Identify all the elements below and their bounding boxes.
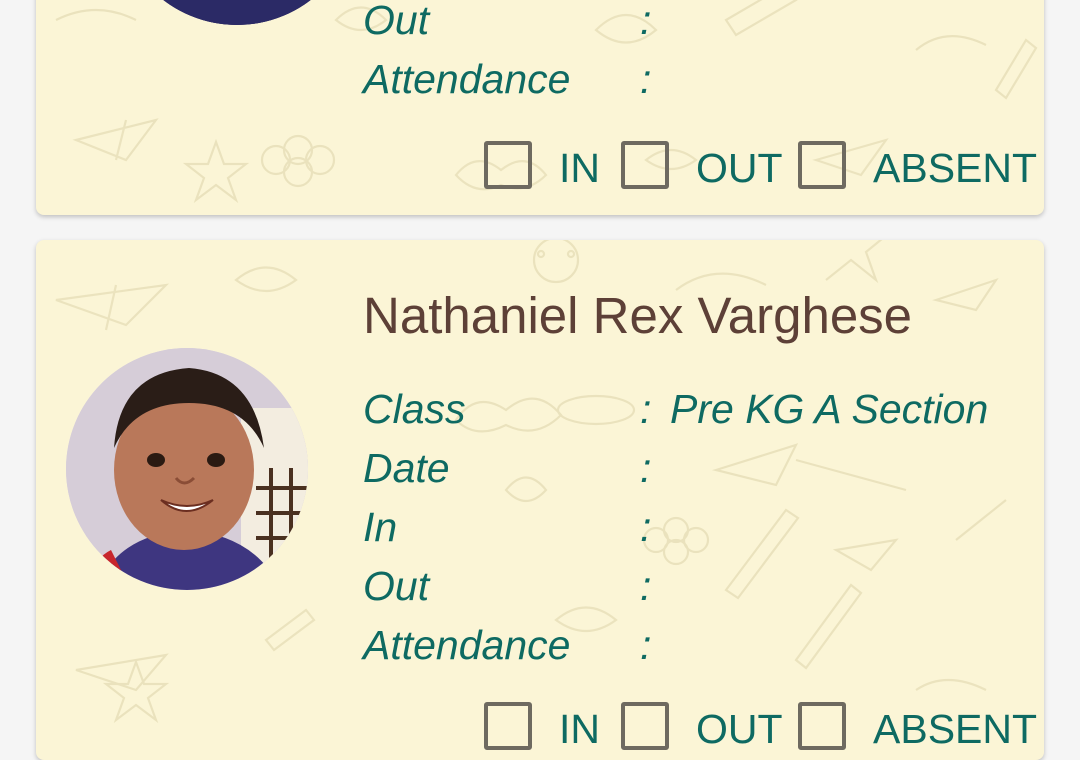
field-label: Class [363,386,466,432]
in-checkbox[interactable] [484,702,532,750]
field-separator: : [640,445,652,491]
field-label: Date [363,445,450,491]
in-option-label[interactable]: IN [559,145,600,192]
student-avatar [66,348,308,590]
student-card: Out : Attendance : IN OUT ABSENT [36,0,1044,215]
out-checkbox[interactable] [621,702,669,750]
out-option-label[interactable]: OUT [696,145,783,192]
out-option-label[interactable]: OUT [696,706,783,753]
field-label: Out [363,0,430,43]
field-separator: : [640,504,652,550]
field-value: Pre KG A Section [670,386,989,432]
field-separator: : [640,56,652,102]
field-separator: : [640,0,652,43]
student-avatar [116,0,358,25]
absent-option-label[interactable]: ABSENT [873,706,1037,753]
field-label: Attendance [363,622,571,668]
absent-checkbox[interactable] [798,702,846,750]
field-separator: : [640,386,652,432]
field-label: Attendance [363,56,571,102]
in-option-label[interactable]: IN [559,706,600,753]
field-label: In [363,504,398,550]
field-label: Out [363,563,430,609]
child-photo [66,348,308,590]
out-checkbox[interactable] [621,141,669,189]
absent-checkbox[interactable] [798,141,846,189]
field-separator: : [640,622,652,668]
in-checkbox[interactable] [484,141,532,189]
absent-option-label[interactable]: ABSENT [873,145,1037,192]
student-card: Nathaniel Rex Varghese Class : Pre KG A … [36,240,1044,760]
student-name: Nathaniel Rex Varghese [363,287,913,344]
field-separator: : [640,563,652,609]
